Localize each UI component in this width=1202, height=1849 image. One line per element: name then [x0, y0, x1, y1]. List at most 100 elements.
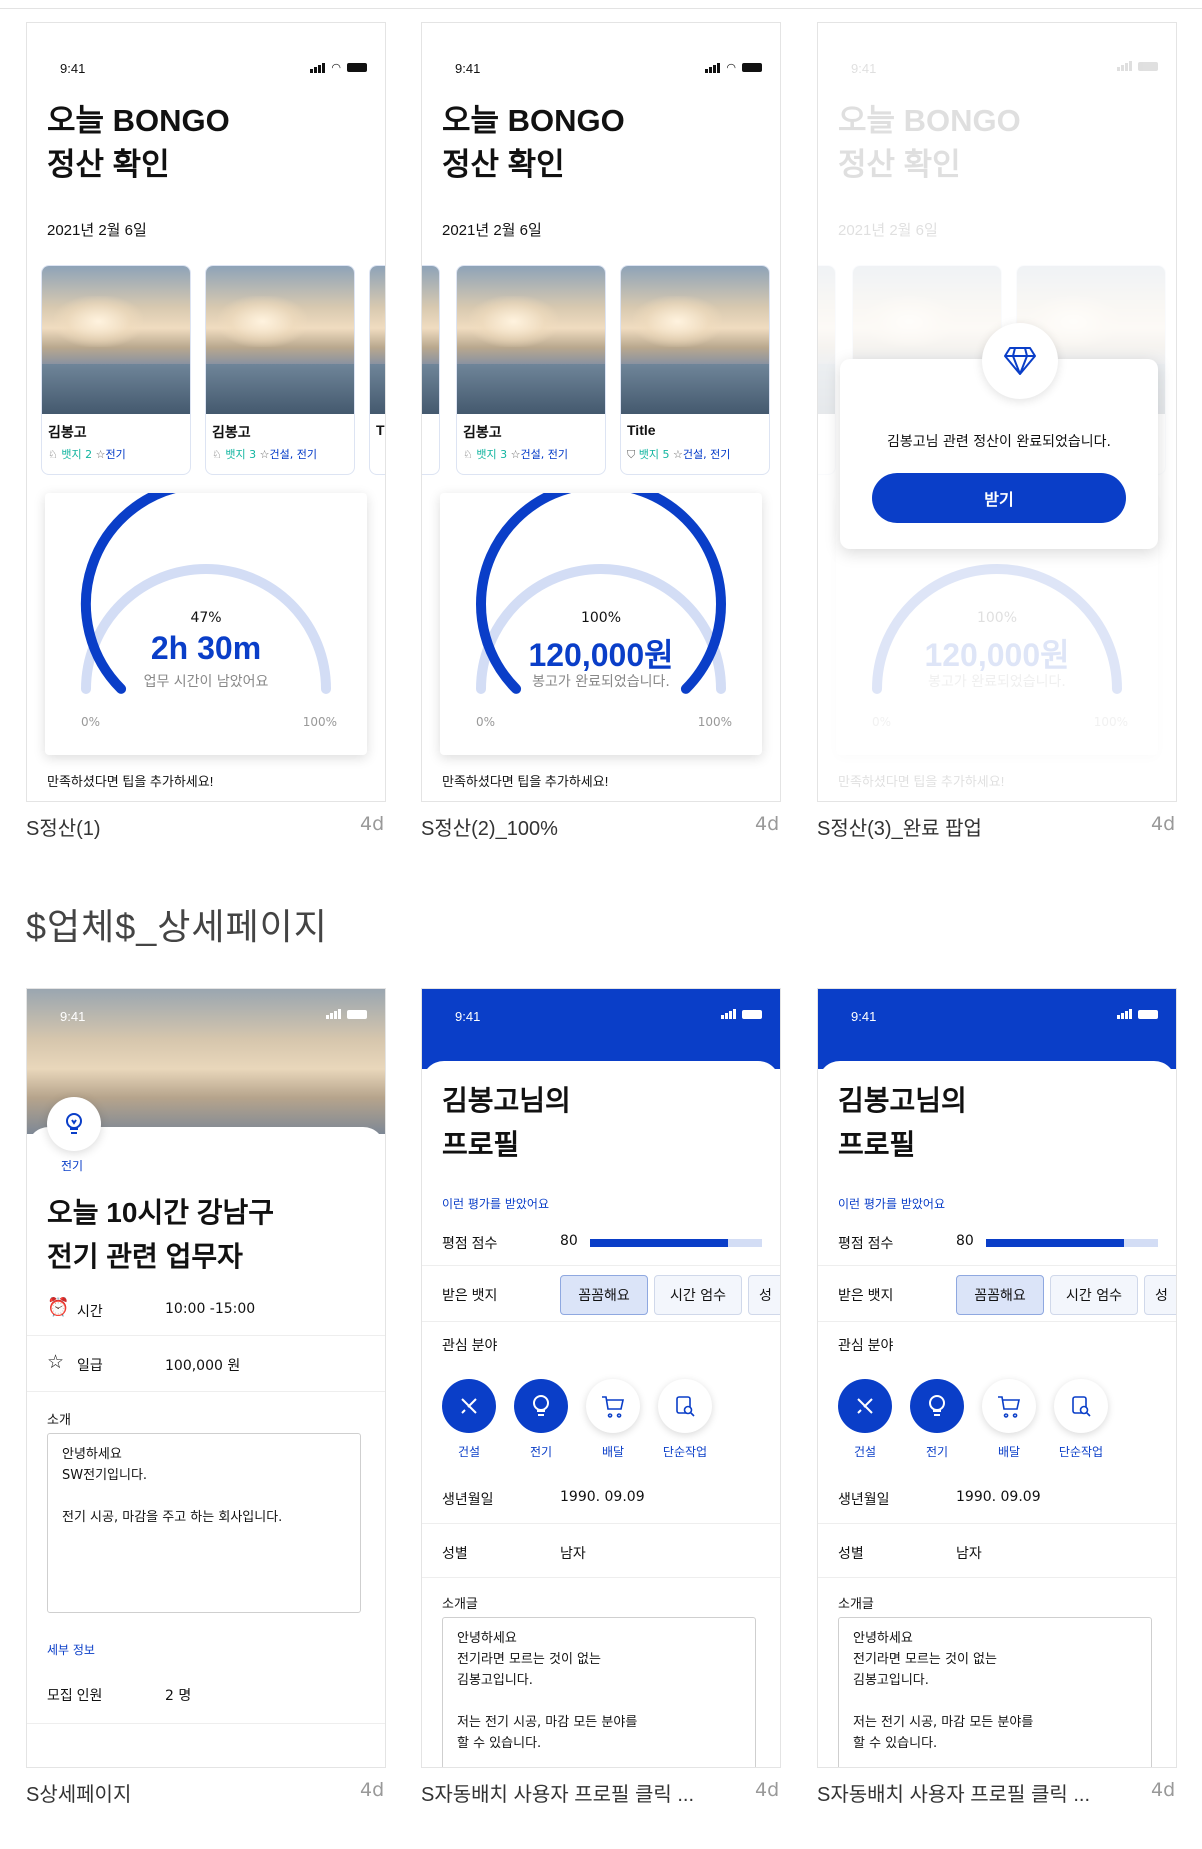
- detail-title: 오늘 10시간 강남구 전기 관련 업무자: [47, 1197, 275, 1272]
- interest-label: 관심 분야: [442, 1337, 498, 1353]
- frame-settlement-3-popup[interactable]: 9:41 오늘 BONGO 정산 확인 2021년 2월 6일 100% 120,…: [817, 22, 1177, 802]
- cart-icon[interactable]: [982, 1379, 1036, 1433]
- card-photo: [42, 266, 190, 414]
- badge-chip[interactable]: 성: [748, 1275, 780, 1315]
- frame-label[interactable]: S정산(3)_완료 팝업: [817, 812, 982, 841]
- star-icon: ☆: [673, 448, 683, 461]
- status-bar: 9:41: [27, 989, 385, 1049]
- search-document-icon[interactable]: [658, 1379, 712, 1433]
- evaluation-link[interactable]: 이런 평가를 받았어요: [442, 1195, 549, 1212]
- gender-label: 성별: [838, 1545, 864, 1561]
- category-label: 전기: [529, 1445, 553, 1459]
- cart-icon[interactable]: [586, 1379, 640, 1433]
- intro-box: 안녕하세요 SW전기입니다. 전기 시공, 마감을 주고 하는 회사입니다.: [47, 1433, 361, 1613]
- status-time: 9:41: [851, 1009, 877, 1024]
- date-text: 2021년 2월 6일: [47, 222, 147, 239]
- worker-card-carousel[interactable]: 김봉고 ♘ 뱃지 2 ☆전기 김봉고 ♘ 뱃지 3 ☆건설, 전기 T: [41, 265, 385, 475]
- star-icon: ☆: [510, 448, 521, 461]
- score-value: 80: [560, 1233, 578, 1249]
- signal-icon: [1117, 1009, 1132, 1019]
- card-field: 건설, 전기: [682, 448, 731, 461]
- worker-card[interactable]: 김봉고 ♘ 뱃지 3 ☆건설, 전기: [205, 265, 355, 475]
- tip-text[interactable]: 만족하셨다면 팁을 추가하세요!: [47, 771, 213, 790]
- worker-card[interactable]: 김봉고 ♘ 뱃지 3 ☆건설, 전기: [456, 265, 606, 475]
- gauge-min-label: 0%: [872, 715, 892, 729]
- pay-label: 일급: [77, 1357, 103, 1373]
- detail-info-link[interactable]: 세부 정보: [47, 1641, 95, 1658]
- card-name: Title: [627, 422, 656, 438]
- construction-icon[interactable]: [442, 1379, 496, 1433]
- lightbulb-icon[interactable]: [514, 1379, 568, 1433]
- badge-chip[interactable]: 꼼꼼해요: [560, 1275, 648, 1315]
- gender-label: 성별: [442, 1545, 468, 1561]
- profile-sheet: 김봉고님의 프로필 이런 평가를 받았어요 평점 점수 80 받은 뱃지 꼼꼼해요…: [422, 1061, 780, 1767]
- frame-age: 4d: [360, 1779, 385, 1801]
- evaluation-link[interactable]: 이런 평가를 받았어요: [838, 1195, 945, 1212]
- category-label: 건설: [853, 1445, 877, 1459]
- gauge-subtext: 업무 시간이 남았어요: [143, 674, 269, 690]
- star-icon: ☆: [259, 448, 270, 461]
- card-badge: 뱃지 3: [225, 448, 257, 461]
- search-document-icon[interactable]: [1054, 1379, 1108, 1433]
- recruit-value: 2 명: [165, 1688, 192, 1704]
- time-value: 10:00 -15:00: [165, 1301, 256, 1317]
- gauge-max-label: 100%: [302, 715, 337, 729]
- lightbulb-icon[interactable]: [910, 1379, 964, 1433]
- score-label: 평점 점수: [838, 1235, 894, 1251]
- score-bar-track: [986, 1239, 1158, 1247]
- frame-label[interactable]: S상세페이지: [26, 1778, 131, 1807]
- alarm-clock-icon: ⏰: [47, 1297, 70, 1318]
- worker-card[interactable]: 김봉고 ♘ 뱃지 2 ☆전기: [41, 265, 191, 475]
- frame-age: 4d: [755, 813, 780, 835]
- badge-chip[interactable]: 성: [1144, 1275, 1176, 1315]
- worker-card[interactable]: Title ⛉ 뱃지 5 ☆건설, 전기: [620, 265, 770, 475]
- date-text: 2021년 2월 6일: [838, 222, 938, 239]
- frame-profile-2[interactable]: 9:41 김봉고님의 프로필 이런 평가를 받았어요 평점 점수 80 받은 뱃지…: [817, 988, 1177, 1768]
- card-badge: 뱃지 2: [61, 448, 93, 461]
- frame-age: 4d: [1151, 813, 1176, 835]
- receive-button[interactable]: 받기: [872, 473, 1126, 523]
- score-bar-fill: [590, 1239, 728, 1247]
- section-title: $업체$_상세페이지: [26, 906, 328, 947]
- detail-sheet: 전기 오늘 10시간 강남구 전기 관련 업무자 ⏰ 시간 10:00 -15:0…: [27, 1097, 385, 1767]
- status-bar: 9:41 ◠: [422, 23, 780, 83]
- birth-row: 생년월일 1990. 09.09: [818, 1473, 1176, 1524]
- score-bar-fill: [986, 1239, 1124, 1247]
- category-tag: 전기: [61, 1159, 84, 1173]
- frame-label[interactable]: S정산(2)_100%: [421, 812, 558, 841]
- status-bar: 9:41: [422, 989, 780, 1049]
- intro-box: 안녕하세요 전기라면 모르는 것이 없는 김봉고입니다. 저는 전기 시공, 마감 모…: [838, 1617, 1152, 1767]
- construction-icon[interactable]: [838, 1379, 892, 1433]
- frame-settlement-1[interactable]: 9:41 ◠ 오늘 BONGO 정산 확인 2021년 2월 6일 김봉고 ♘ 뱃…: [26, 22, 386, 802]
- score-row: 평점 점수 80: [422, 1221, 780, 1266]
- frame-label[interactable]: S자동배치 사용자 프로필 클릭 ...: [421, 1778, 694, 1807]
- frame-label[interactable]: S정산(1): [26, 812, 101, 841]
- frame-settlement-2[interactable]: 9:41 ◠ 오늘 BONGO 정산 확인 2021년 2월 6일 김봉고 ♘ 뱃…: [421, 22, 781, 802]
- category-label: 배달: [997, 1445, 1021, 1459]
- frame-label[interactable]: S자동배치 사용자 프로필 클릭 ...: [817, 1778, 1090, 1807]
- worker-card-carousel[interactable]: 김봉고 ♘ 뱃지 3 ☆건설, 전기 Title ⛉ 뱃지 5 ☆건설, 전기: [422, 265, 780, 475]
- badge-chip[interactable]: 시간 엄수: [1050, 1275, 1138, 1315]
- date-text: 2021년 2월 6일: [442, 222, 542, 239]
- category-label: 전기: [925, 1445, 949, 1459]
- worker-card[interactable]: [422, 265, 440, 475]
- category-label: 단순작업: [662, 1445, 708, 1459]
- birth-row: 생년월일 1990. 09.09: [422, 1473, 780, 1524]
- frame-profile-1[interactable]: 9:41 김봉고님의 프로필 이런 평가를 받았어요 평점 점수 80 받은 뱃지…: [421, 988, 781, 1768]
- signal-icon: [310, 62, 326, 73]
- signal-icon: [1117, 61, 1132, 71]
- frame-detail-page[interactable]: 9:41 전기 오늘 10시간 강남구 전기 관련 업무자 ⏰ 시간 10:00 …: [26, 988, 386, 1768]
- battery-icon: [347, 1009, 367, 1019]
- worker-card[interactable]: T: [369, 265, 385, 475]
- card-badge: 뱃지 3: [476, 448, 508, 461]
- signal-icon: [326, 1009, 341, 1019]
- frame-age: 4d: [360, 813, 385, 835]
- tip-text[interactable]: 만족하셨다면 팁을 추가하세요!: [442, 771, 608, 790]
- gender-value: 남자: [560, 1546, 586, 1562]
- badge-chip[interactable]: 시간 엄수: [654, 1275, 742, 1315]
- gender-row: 성별 남자: [818, 1525, 1176, 1578]
- gauge-subtext: 봉고가 완료되었습니다.: [532, 674, 670, 690]
- badges-row: 받은 뱃지 꼼꼼해요 시간 엄수 성: [818, 1267, 1176, 1322]
- intro-box: 안녕하세요 전기라면 모르는 것이 없는 김봉고입니다. 저는 전기 시공, 마감 모…: [442, 1617, 756, 1767]
- badge-chip[interactable]: 꼼꼼해요: [956, 1275, 1044, 1315]
